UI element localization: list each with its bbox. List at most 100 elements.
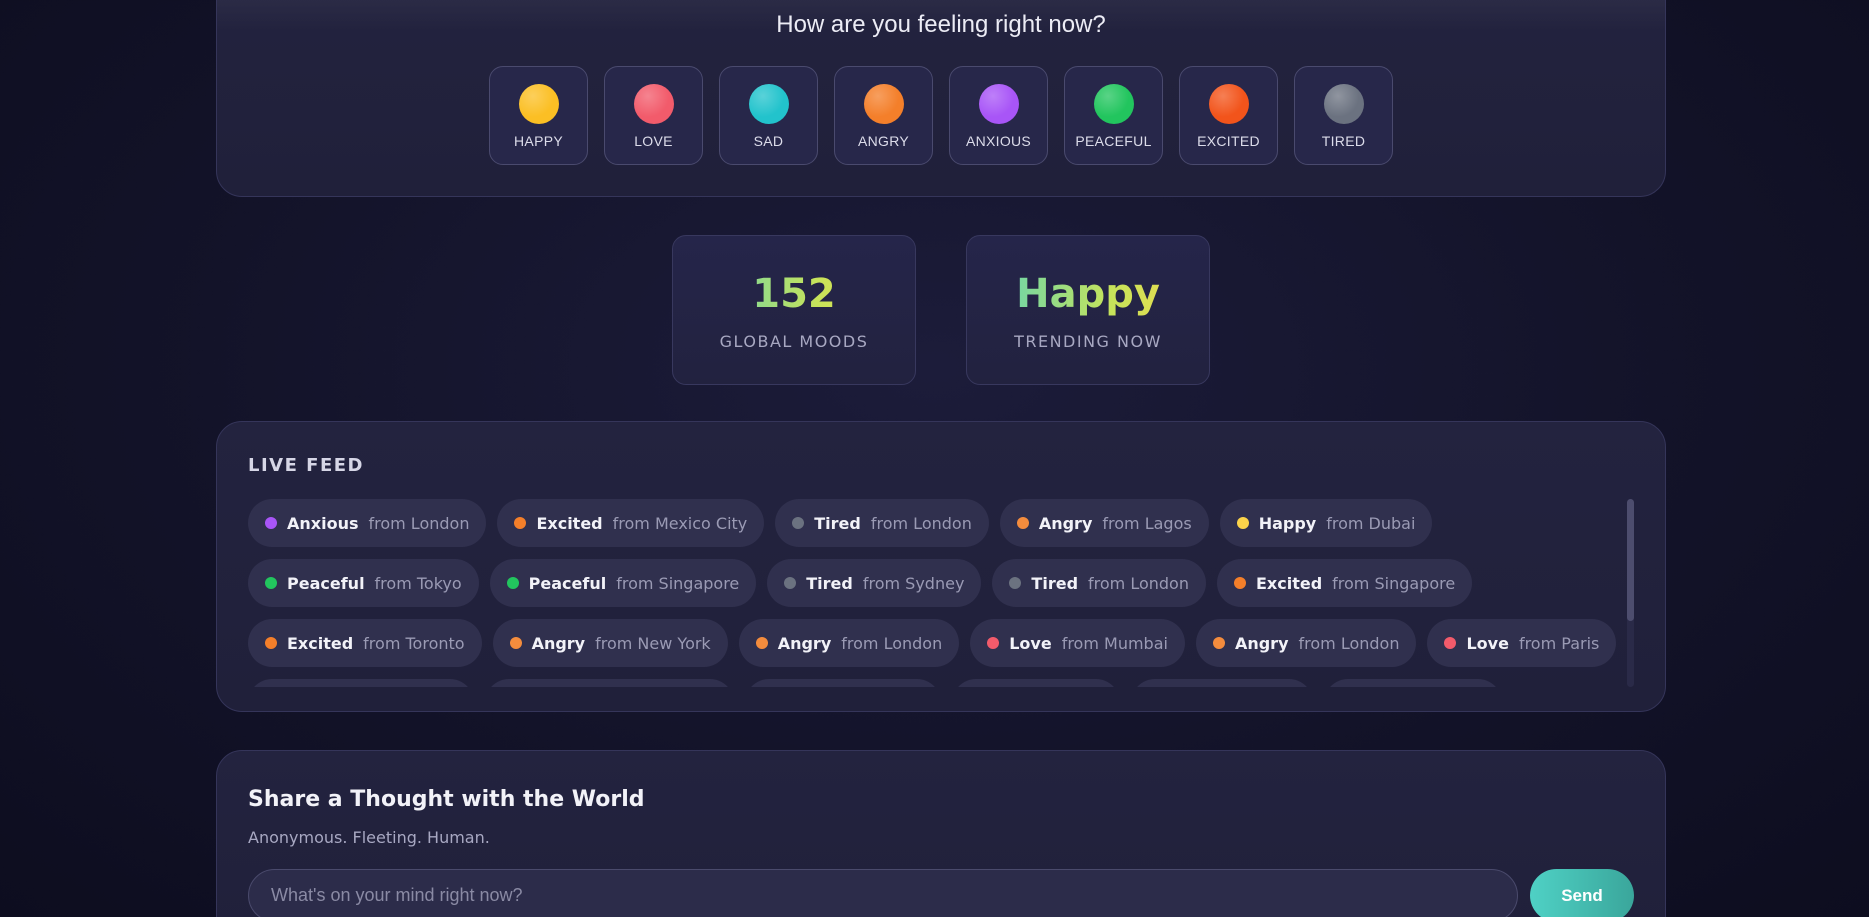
feed-item: Love from Paris	[1427, 619, 1617, 667]
mood-button-angry[interactable]: ANGRY	[834, 66, 933, 165]
live-feed-title: LIVE FEED	[248, 455, 364, 476]
feed-item: Peaceful from Tokyo	[248, 559, 479, 607]
feed-item	[745, 679, 942, 687]
mood-label: TIRED	[1321, 133, 1366, 149]
mood-color-icon	[633, 84, 674, 124]
feed-item-location: from Sydney	[862, 573, 965, 593]
feed-item-location: from Paris	[1518, 633, 1600, 653]
mood-color-icon	[863, 84, 904, 124]
live-feed-scrollbar[interactable]	[1627, 499, 1634, 687]
feed-item: Excited from Mexico City	[497, 499, 765, 547]
feed-item-mood: Angry	[1038, 513, 1093, 533]
feed-item-mood: Angry	[531, 633, 586, 653]
mood-dot-icon	[784, 577, 797, 589]
mood-color-icon	[518, 84, 559, 124]
mood-label: EXCITED	[1197, 133, 1260, 149]
mood-button-anxious[interactable]: ANXIOUS	[949, 66, 1048, 165]
feed-item-mood: Tired	[814, 513, 861, 533]
feed-item-location: from Mexico City	[612, 513, 748, 533]
feed-item-mood: Angry	[777, 633, 832, 653]
mood-dot-icon	[792, 517, 805, 529]
feed-item-mood: Angry	[1234, 633, 1289, 653]
trending-label: TRENDING NOW	[1014, 332, 1162, 351]
feed-item: Peaceful from Singapore	[489, 559, 757, 607]
feed-item-location: from Singapore	[616, 573, 740, 593]
mood-label: ANGRY	[857, 133, 910, 149]
feed-item-mood: Happy	[1258, 513, 1317, 533]
scrollbar-thumb[interactable]	[1627, 499, 1634, 621]
feed-item: Angry from London	[1195, 619, 1417, 667]
mood-button-peaceful[interactable]: PEACEFUL	[1064, 66, 1163, 165]
mood-label: LOVE	[634, 133, 673, 149]
feed-item-mood: Love	[1466, 633, 1509, 653]
mood-dot-icon	[509, 637, 522, 649]
global-moods-stat: 152 GLOBAL MOODS	[672, 235, 916, 385]
feed-item-mood: Tired	[806, 573, 853, 593]
feed-item-mood: Excited	[1255, 573, 1323, 593]
feed-item: Tired from London	[775, 499, 989, 547]
trending-value: Happy	[967, 272, 1209, 316]
feed-item: Angry from Lagos	[999, 499, 1209, 547]
feed-item-mood: Peaceful	[287, 573, 365, 593]
feed-item-mood: Excited	[287, 633, 354, 653]
mood-question: How are you feeling right now?	[776, 11, 1106, 38]
share-subtitle: Anonymous. Fleeting. Human.	[248, 828, 490, 847]
feed-item: Angry from London	[738, 619, 960, 667]
feed-item: Angryfrom Mumbai	[248, 679, 474, 687]
feed-item: Angry from New York	[492, 619, 728, 667]
feed-item	[1131, 679, 1314, 687]
share-thought-card: Share a Thought with the World Anonymous…	[216, 750, 1666, 917]
feed-item: Anxious from London	[248, 499, 487, 547]
live-feed-scroll-area[interactable]: Anxious from London Excited from Mexico Cit…	[248, 499, 1618, 687]
mood-dot-icon	[506, 577, 519, 589]
mood-label: PEACEFUL	[1075, 133, 1152, 149]
mood-dot-icon	[1233, 577, 1246, 589]
thought-input[interactable]	[248, 869, 1518, 917]
mood-button-love[interactable]: LOVE	[604, 66, 703, 165]
mood-color-icon	[1093, 84, 1134, 124]
feed-item: Peacefulfrom Moscow	[484, 679, 735, 687]
mood-color-icon	[1323, 84, 1364, 124]
feed-item	[952, 679, 1121, 687]
mood-label: ANXIOUS	[965, 133, 1032, 149]
mood-button-happy[interactable]: HAPPY	[489, 66, 588, 165]
mood-button-sad[interactable]: SAD	[719, 66, 818, 165]
mood-dot-icon	[1009, 577, 1022, 589]
feed-item-location: from London	[870, 513, 972, 533]
feed-item: Tired from London	[992, 559, 1206, 607]
mood-dot-icon	[265, 517, 277, 529]
mood-dot-icon	[514, 517, 527, 529]
mood-label: SAD	[753, 133, 784, 149]
mood-dot-icon	[1236, 517, 1249, 529]
feed-item-mood: Peaceful	[528, 573, 607, 593]
feed-item: Excited from Toronto	[248, 619, 482, 667]
feed-item-location: from Mumbai	[1061, 633, 1168, 653]
mood-dot-icon	[987, 637, 1000, 649]
feed-item-mood: Love	[1009, 633, 1052, 653]
feed-item-location: from London	[1088, 573, 1189, 593]
send-button[interactable]: Send	[1530, 869, 1634, 917]
feed-item: Excited from Singapore	[1216, 559, 1473, 607]
feed-item-location: from Singapore	[1332, 573, 1456, 593]
mood-button-excited[interactable]: EXCITED	[1179, 66, 1278, 165]
mood-color-icon	[978, 84, 1019, 124]
feed-item-mood: Excited	[536, 513, 603, 533]
mood-dot-icon	[1212, 637, 1225, 649]
feed-item-location: from Tokyo	[374, 573, 462, 593]
mood-button-tired[interactable]: TIRED	[1294, 66, 1393, 165]
feed-item: Happy from Dubai	[1219, 499, 1433, 547]
feed-item-location: from Dubai	[1326, 513, 1416, 533]
mood-color-icon	[748, 84, 789, 124]
trending-stat: Happy TRENDING NOW	[966, 235, 1210, 385]
feed-item-location: from London	[368, 513, 470, 533]
mood-dot-icon	[1016, 517, 1029, 529]
feed-item: Love from Mumbai	[970, 619, 1185, 667]
feed-item-location: from Lagos	[1102, 513, 1192, 533]
feed-item-location: from London	[841, 633, 943, 653]
mood-dot-icon	[265, 637, 277, 649]
feed-item-location: from New York	[595, 633, 711, 653]
feed-item: Tired from Sydney	[767, 559, 982, 607]
global-moods-label: GLOBAL MOODS	[719, 332, 869, 351]
mood-color-icon	[1208, 84, 1249, 124]
mood-label: HAPPY	[514, 133, 563, 149]
